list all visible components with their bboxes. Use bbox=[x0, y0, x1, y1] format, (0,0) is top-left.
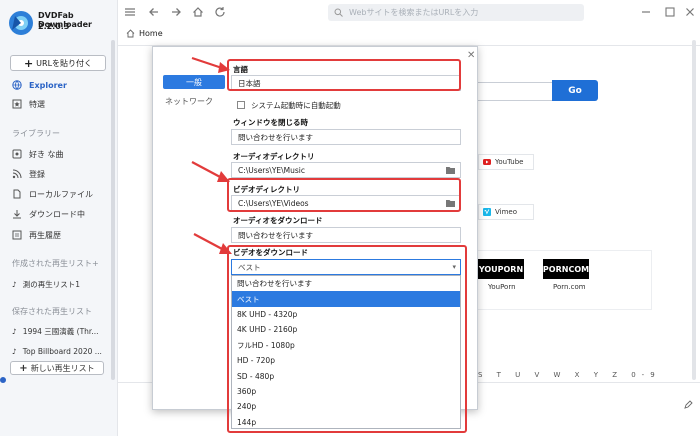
edit-icon[interactable] bbox=[683, 400, 693, 410]
app-version: 2.2.0.3 bbox=[38, 22, 70, 31]
sidebar-item-label: ローカルファイル bbox=[29, 189, 93, 199]
tab-home[interactable]: Home bbox=[126, 29, 163, 38]
sidebar-item-label: 好き な曲 bbox=[29, 149, 64, 159]
page-search-input[interactable] bbox=[470, 82, 552, 101]
heart-icon bbox=[12, 149, 22, 159]
sidebar: DVDFab Downloader 2.2.0.3 + URLを貼り付く Exp… bbox=[0, 0, 118, 436]
audio-download-label: オーディオをダウンロード bbox=[233, 216, 323, 225]
audio-directory-label: オーディオディレクトリ bbox=[233, 152, 315, 161]
refresh-icon[interactable] bbox=[214, 6, 226, 18]
site-card-vimeo[interactable]: Vimeo bbox=[478, 204, 534, 220]
highlight-video-directory bbox=[227, 178, 461, 212]
file-icon bbox=[13, 189, 21, 199]
address-placeholder: Webサイトを検索またはURLを入力 bbox=[349, 8, 479, 17]
red-arrow-icon bbox=[193, 233, 232, 254]
menu-icon[interactable] bbox=[124, 6, 136, 18]
startup-checkbox[interactable] bbox=[237, 101, 245, 109]
sidebar-item-label: 特選 bbox=[29, 99, 45, 109]
music-note-icon: ♪ bbox=[12, 347, 17, 356]
red-arrow-icon bbox=[191, 161, 230, 182]
sidebar-item-history[interactable]: 再生履歴 bbox=[12, 228, 112, 242]
globe-icon bbox=[12, 80, 22, 90]
plus-icon: + bbox=[19, 362, 28, 374]
playlist-item[interactable]: ♪ 測の再生リスト1 bbox=[12, 279, 80, 290]
folder-icon[interactable] bbox=[446, 167, 455, 174]
saved-playlists-label: 保存された再生リスト bbox=[12, 307, 92, 316]
history-icon bbox=[12, 230, 22, 240]
plus-icon: + bbox=[23, 56, 34, 70]
porncom-caption: Porn.com bbox=[553, 283, 586, 291]
sidebar-item-label: 登録 bbox=[29, 169, 45, 179]
created-playlists-label[interactable]: 作成された再生リスト+ bbox=[12, 258, 99, 269]
tab-general[interactable]: 一般 bbox=[163, 75, 225, 89]
search-icon bbox=[334, 8, 343, 17]
on-close-select[interactable]: 問い合わせを行います bbox=[231, 129, 461, 145]
youtube-icon bbox=[483, 159, 491, 165]
close-icon[interactable] bbox=[684, 6, 696, 18]
star-icon bbox=[12, 99, 22, 109]
close-icon[interactable]: ✕ bbox=[467, 50, 475, 61]
download-icon bbox=[13, 210, 21, 219]
audio-download-select[interactable]: 問い合わせを行います bbox=[231, 227, 461, 243]
top-toolbar: Webサイトを検索またはURLを入力 bbox=[118, 0, 700, 26]
startup-checkbox-row[interactable]: システム起動時に自動起動 bbox=[231, 97, 461, 113]
paste-url-label: URLを貼り付く bbox=[36, 58, 93, 68]
sidebar-item-label: Explorer bbox=[29, 80, 67, 90]
tab-bar: Home bbox=[118, 26, 700, 46]
playlist-item[interactable]: ♪ Top Billboard 2020 ... bbox=[12, 347, 102, 356]
sidebar-item-explorer[interactable]: Explorer bbox=[12, 78, 112, 92]
library-section-label: ライブラリー bbox=[12, 129, 60, 138]
sidebar-item-favorites[interactable]: 好き な曲 bbox=[12, 147, 112, 161]
red-arrow-icon bbox=[191, 56, 230, 73]
sidebar-item-subscriptions[interactable]: 登録 bbox=[12, 167, 112, 181]
highlight-language bbox=[227, 59, 461, 91]
paste-url-button[interactable]: + URLを貼り付く bbox=[10, 55, 106, 71]
home-icon[interactable] bbox=[192, 6, 204, 18]
on-close-label: ウィンドウを閉じる時 bbox=[233, 118, 308, 127]
back-arrow-icon[interactable] bbox=[148, 6, 160, 18]
alphabet-index[interactable]: S T U V W X Y Z 0-9 bbox=[478, 371, 661, 379]
sidebar-item-label: ダウンロード中 bbox=[29, 209, 85, 219]
site-card-youtube[interactable]: YouTube bbox=[478, 154, 534, 170]
minimize-icon[interactable] bbox=[640, 6, 652, 18]
new-playlist-button[interactable]: + 新しい再生リスト bbox=[10, 361, 104, 375]
highlight-video-download bbox=[227, 245, 467, 433]
youporn-caption: YouPorn bbox=[488, 283, 516, 291]
sidebar-item-downloading[interactable]: ダウンロード中 bbox=[12, 207, 112, 221]
sidebar-item-label: 再生履歴 bbox=[29, 230, 61, 240]
audio-directory-field[interactable]: C:\Users\YE\Music bbox=[231, 162, 461, 178]
new-playlist-label: 新しい再生リスト bbox=[30, 363, 95, 373]
sidebar-scrollbar[interactable] bbox=[111, 40, 115, 380]
music-note-icon: ♪ bbox=[12, 280, 17, 289]
playlist-item[interactable]: ♪ 1994 三國演義 (Thr... bbox=[12, 326, 98, 337]
indicator-dot bbox=[0, 377, 6, 383]
maximize-icon[interactable] bbox=[664, 6, 676, 18]
sidebar-item-local-files[interactable]: ローカルファイル bbox=[12, 187, 112, 201]
youporn-logo[interactable]: YOUPORN bbox=[478, 259, 524, 279]
address-bar[interactable]: Webサイトを検索またはURLを入力 bbox=[328, 4, 584, 21]
forward-arrow-icon[interactable] bbox=[170, 6, 182, 18]
go-button[interactable]: Go bbox=[552, 80, 598, 101]
porncom-logo[interactable]: PORNCOM bbox=[543, 259, 589, 279]
tab-network[interactable]: ネットワーク bbox=[165, 96, 213, 107]
sidebar-item-featured[interactable]: 特選 bbox=[12, 97, 112, 111]
vimeo-icon bbox=[483, 208, 491, 216]
music-note-icon: ♪ bbox=[12, 327, 17, 336]
page-scrollbar[interactable] bbox=[692, 40, 696, 380]
rss-icon bbox=[12, 169, 22, 179]
home-icon bbox=[126, 29, 135, 38]
dvdfab-logo-icon bbox=[9, 11, 33, 35]
